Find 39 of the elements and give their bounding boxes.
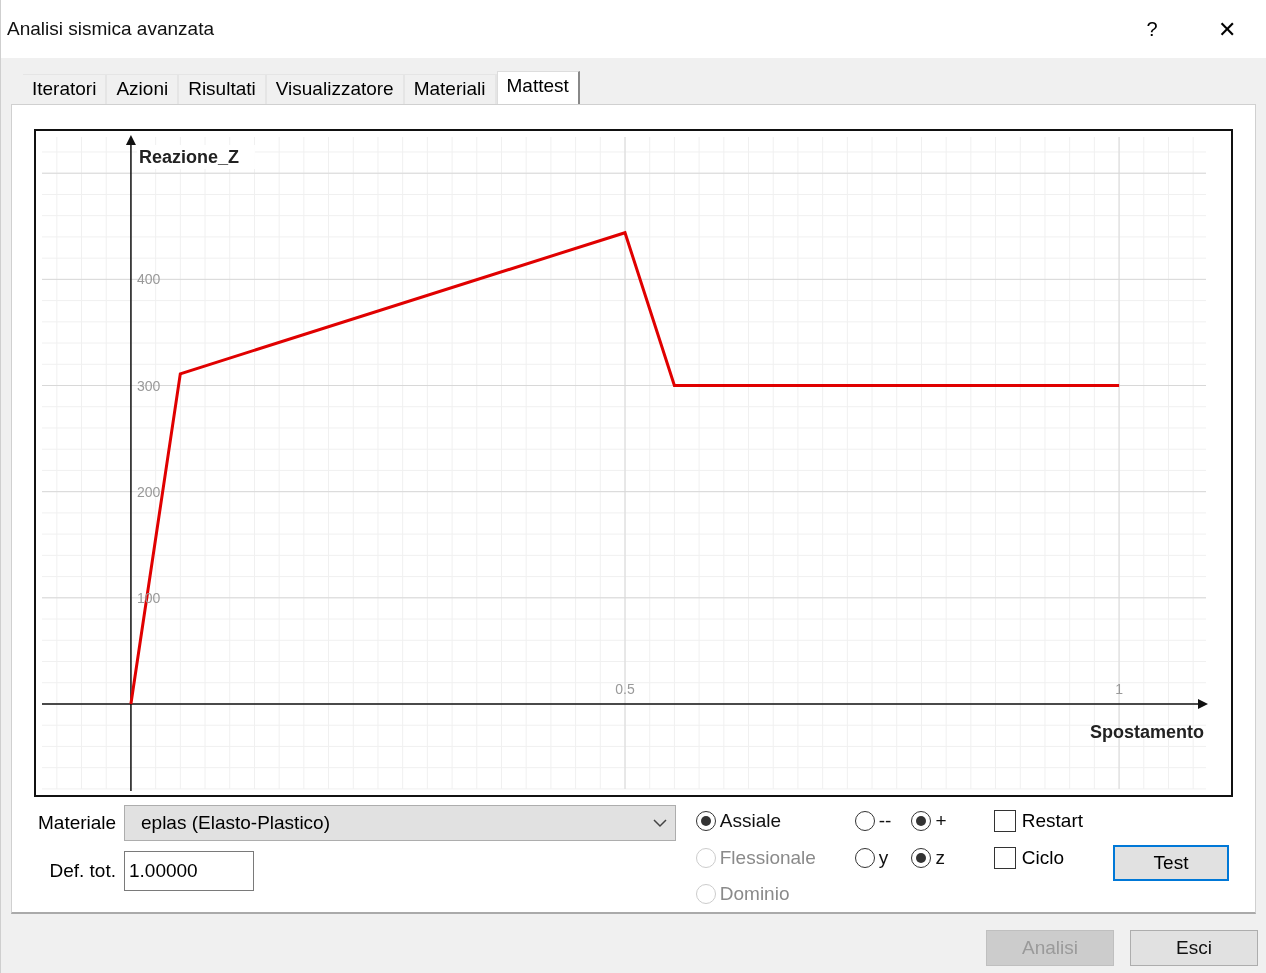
radio-label: Assiale [719, 809, 781, 833]
y-tick-label: 200 [136, 483, 161, 500]
footer-button[interactable]: Esci [1130, 930, 1258, 966]
radio-button[interactable] [911, 847, 932, 868]
tab[interactable]: Risultati [179, 74, 267, 104]
window-title: Analisi sismica avanzata [7, 16, 215, 41]
radio-label: + [935, 809, 947, 833]
tab[interactable]: Visualizzatore [266, 74, 405, 104]
radio-label: Flessionale [719, 845, 816, 870]
radio-button[interactable] [854, 811, 875, 832]
help-button[interactable]: ? [1132, 14, 1172, 44]
field-label: Materiale [38, 810, 116, 835]
x-tick-label: 0.5 [615, 680, 635, 697]
radio-button[interactable] [854, 847, 875, 868]
radio-button[interactable] [695, 811, 716, 832]
test-button[interactable]: Test [1113, 845, 1229, 881]
tab[interactable]: Azioni [107, 74, 180, 104]
y-axis-title: Reazione_Z [138, 147, 239, 167]
checkbox[interactable] [993, 846, 1016, 869]
material-dropdown[interactable]: eplas (Elasto-Plastico) [124, 805, 676, 841]
checkbox[interactable] [993, 810, 1016, 833]
y-tick-label: 400 [136, 271, 161, 288]
radio-label: y [878, 845, 889, 870]
radio-label: -- [878, 809, 892, 833]
chevron-down-icon [652, 818, 667, 828]
tab[interactable]: Materiali [404, 74, 497, 104]
radio-label: z [935, 845, 945, 870]
checkbox-label: Restart [1021, 809, 1084, 833]
tab[interactable]: Iteratori [23, 74, 108, 104]
radio-label: Dominio [719, 882, 790, 906]
y-tick-label: 300 [136, 377, 161, 394]
radio-button[interactable] [911, 811, 932, 832]
x-axis-title: Spostamento [1090, 721, 1204, 742]
field-label: Def. tot. [48, 858, 116, 883]
tab[interactable]: Mattest [496, 71, 580, 105]
x-tick-label: 1 [1115, 680, 1123, 697]
def-tot-field[interactable]: 1.00000 [124, 851, 254, 891]
close-button[interactable]: ✕ [1212, 12, 1242, 46]
checkbox-label: Ciclo [1021, 845, 1065, 870]
